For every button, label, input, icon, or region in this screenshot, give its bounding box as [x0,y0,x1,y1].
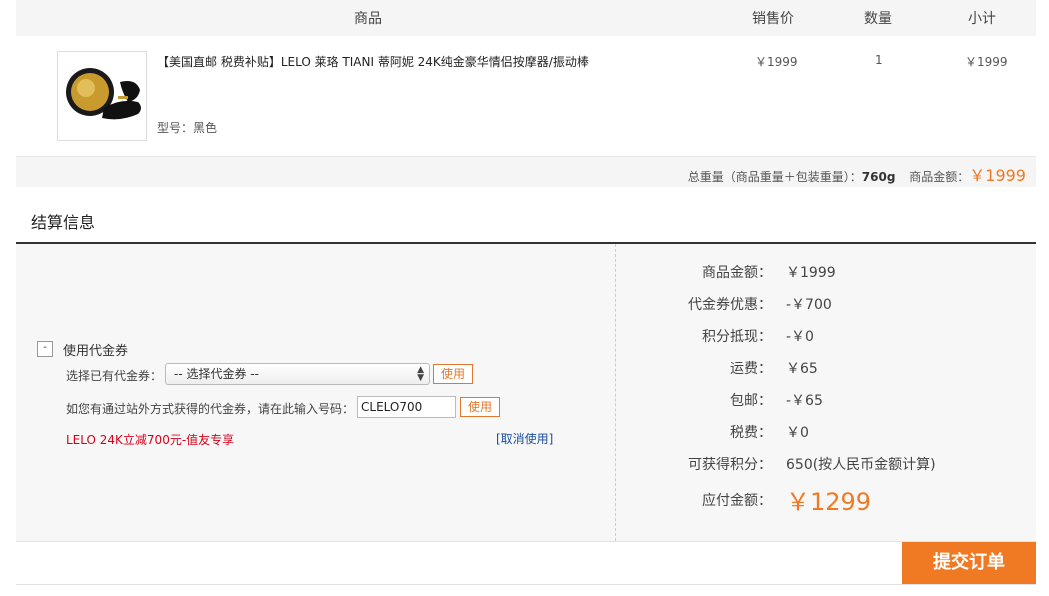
coupon-code-label: 如您有通过站外方式获得的代金券，请在此输入号码： [66,402,355,416]
summary-label: 可获得积分： [688,457,772,473]
summary-value: ￥1999 [786,265,836,281]
summary-value: -￥0 [786,329,814,345]
coupon-panel [16,244,615,541]
summary-label: 税费： [730,425,772,441]
weight-value: 760g [861,170,896,184]
product-subtotal: ￥1999 [965,55,1008,69]
product-thumbnail[interactable] [57,51,147,141]
summary-label: 商品金额： [702,265,772,281]
totals-row: 总重量（商品重量＋包装重量）：760g 商品金额：￥1999 [16,156,1036,187]
weight-label: 总重量（商品重量＋包装重量）： [687,170,862,184]
product-qty: 1 [875,53,883,67]
summary-value: -￥65 [786,393,823,409]
bottom-divider [16,541,1036,542]
header-qty: 数量 [864,11,892,27]
summary-value: -￥700 [786,297,832,313]
product-title-link[interactable]: 【美国直邮 税费补贴】LELO 莱珞 TIANI 蒂阿妮 24K纯金豪华情侣按摩… [157,53,589,70]
summary-value: 650(按人民币金额计算) [786,457,936,473]
product-price: ￥1999 [755,55,798,69]
coupon-select[interactable]: -- 选择代金券 -- ▲ ▼ [165,363,430,385]
coupon-toggle-button[interactable]: - [37,341,53,357]
coupon-code-use-button[interactable]: 使用 [460,397,500,417]
summary-value: ￥0 [786,425,809,441]
product-model: 型号：黑色 [157,121,218,135]
header-subtotal: 小计 [968,11,996,27]
coupon-select-label: 选择已有代金券： [66,369,163,383]
summary-label: 代金券优惠： [688,297,772,313]
coupon-select-value: -- 选择代金券 -- [174,367,259,381]
coupon-select-use-button[interactable]: 使用 [433,364,473,384]
product-image-icon [66,68,141,120]
summary-value: ￥65 [786,361,818,377]
section-title: 结算信息 [31,213,96,232]
updown-arrow-icon: ▲ ▼ [417,365,424,383]
applied-coupon-text: LELO 24K立减700元-值友专享 [66,433,235,447]
summary-label: 运费： [730,361,772,377]
cart-table-header: 商品 销售价 数量 小计 [16,0,1036,37]
payable-value: ￥1299 [786,488,872,516]
cancel-coupon-link[interactable]: [取消使用] [496,430,553,447]
header-product: 商品 [354,11,382,27]
coupon-title: 使用代金券 [63,344,129,359]
header-price: 销售价 [752,11,794,27]
payable-label: 应付金额： [702,493,772,509]
amount-value: ￥1999 [969,166,1026,185]
summary-label: 包邮： [730,393,772,409]
amount-label: 商品金额： [909,170,970,184]
submit-order-button[interactable]: 提交订单 [902,542,1036,584]
summary-label: 积分抵现： [702,329,772,345]
coupon-code-input[interactable] [357,396,456,418]
bottom-divider-2 [16,584,1036,585]
